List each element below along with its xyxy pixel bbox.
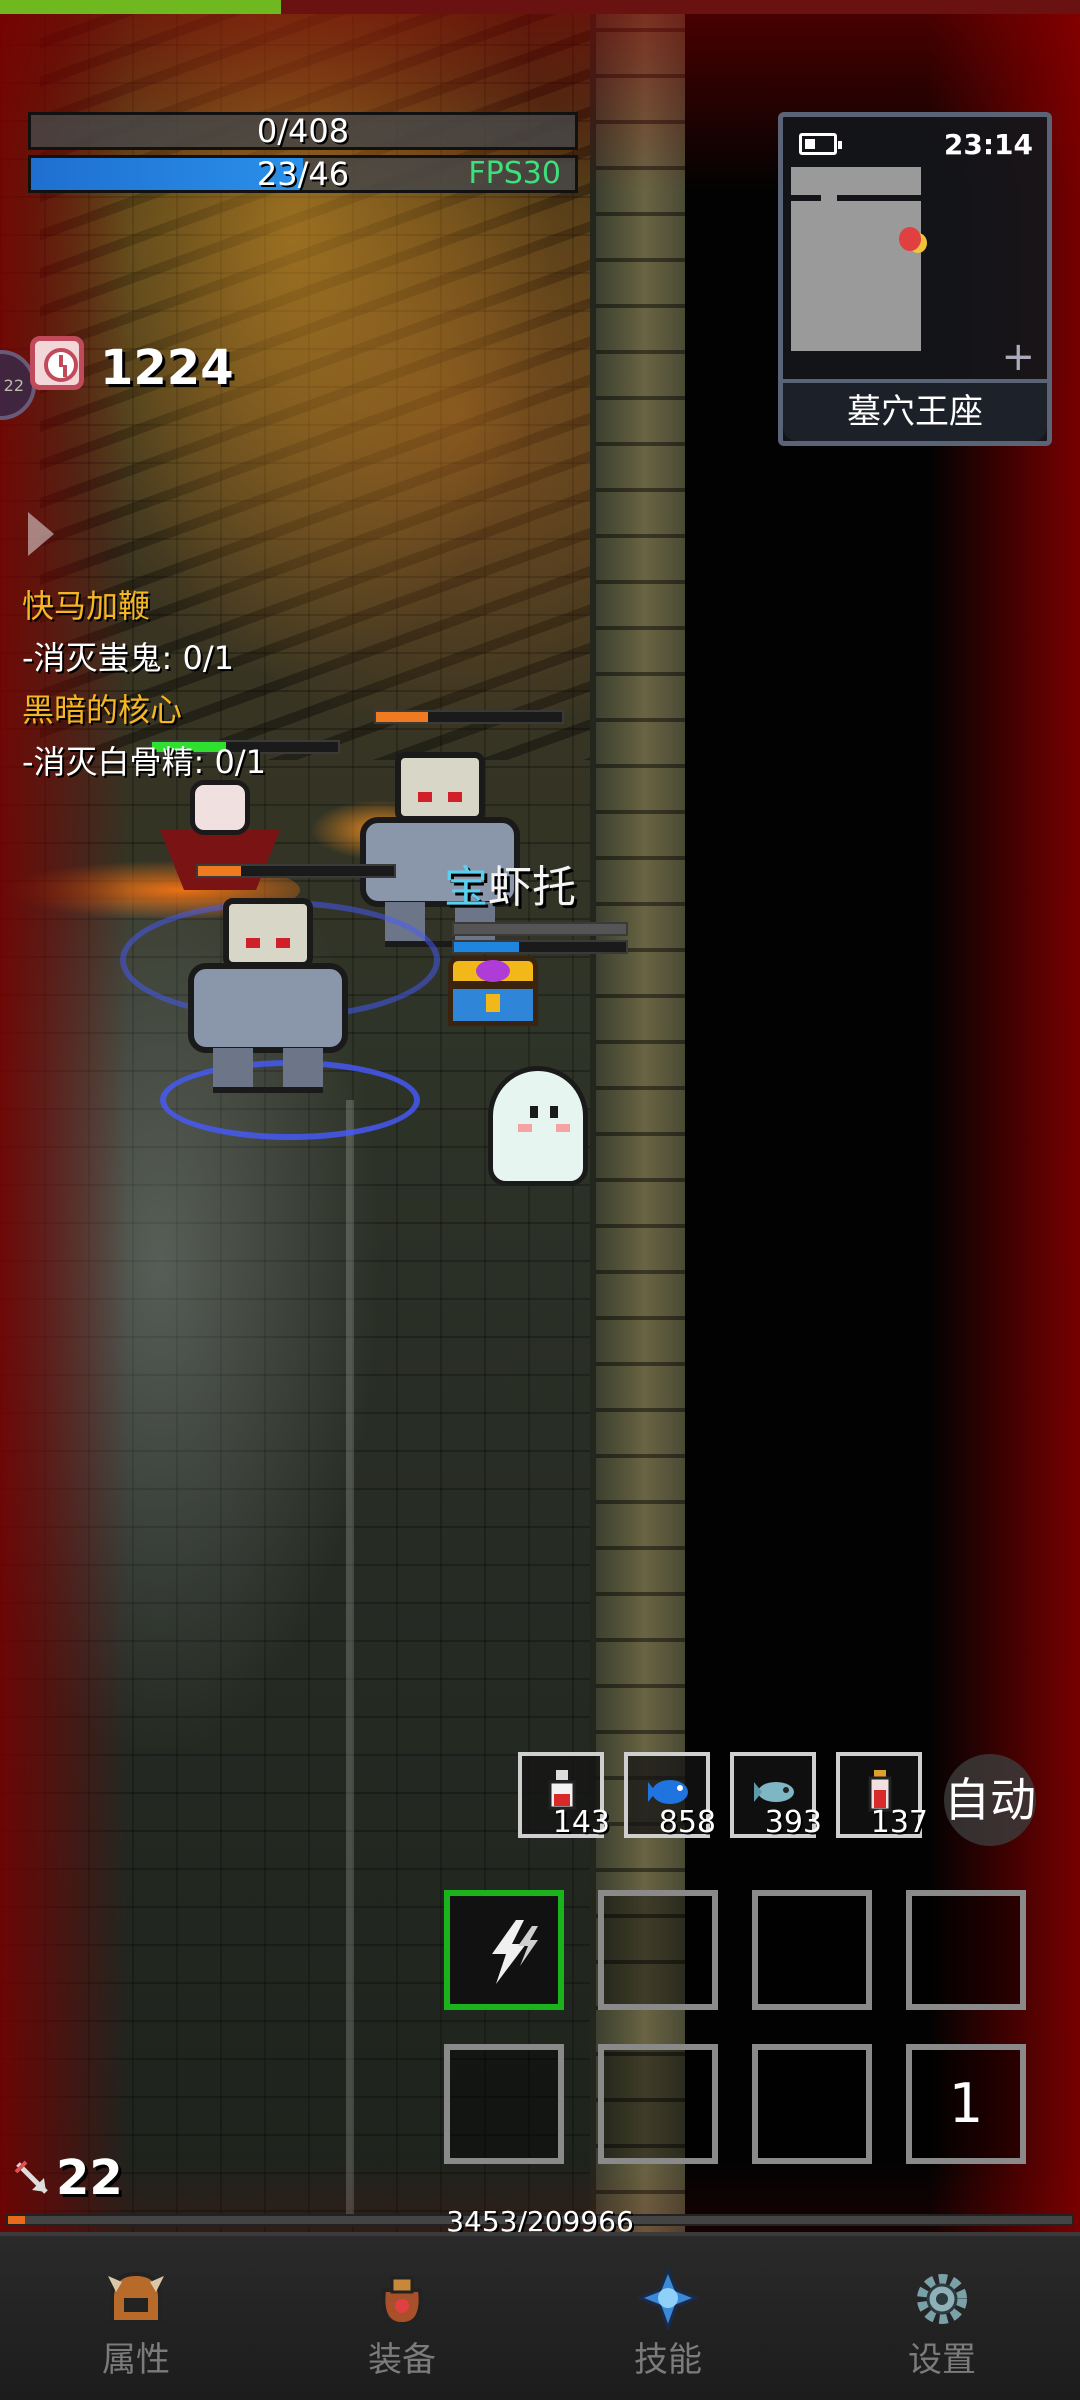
hp-text: 0/408	[256, 112, 350, 150]
stone-pillar	[346, 1100, 354, 2220]
quest-list[interactable]: 快马加鞭 -消灭蚩鬼: 0/1 黑暗的核心 -消灭白骨精: 0/1	[22, 580, 266, 788]
battery-icon	[799, 133, 842, 155]
skill-slot[interactable]	[598, 2044, 718, 2164]
expand-arrow-icon[interactable]	[28, 512, 54, 556]
skill-slot[interactable]	[752, 2044, 872, 2164]
quest-title[interactable]: 黑暗的核心	[22, 684, 266, 736]
auto-button[interactable]: 自动	[944, 1754, 1036, 1846]
stone-golem-enemy[interactable]	[168, 888, 368, 1098]
plus-icon[interactable]: +	[1001, 337, 1035, 377]
skill-count: 1	[948, 2072, 984, 2135]
quest-task: -消灭白骨精: 0/1	[22, 743, 267, 781]
consumable-slot[interactable]: 858	[624, 1752, 716, 1840]
skill-slot[interactable]	[598, 1890, 718, 2010]
lightning-bolt-icon	[492, 1920, 538, 1984]
fps-counter: FPS30	[468, 156, 561, 191]
enemy-hp-bar	[374, 710, 564, 724]
nav-label: 属性	[102, 2340, 170, 2380]
skill-slot[interactable]	[906, 1890, 1026, 2010]
consumable-count: 858	[658, 1805, 716, 1840]
consumable-count: 393	[764, 1805, 822, 1840]
nav-label: 设置	[908, 2340, 976, 2380]
pet-mp-bar	[452, 940, 628, 954]
skill-slot[interactable]	[752, 1890, 872, 2010]
nav-equipment[interactable]: 装备	[302, 2236, 502, 2400]
top-progress-bar	[0, 0, 1080, 14]
gear-icon	[917, 2274, 967, 2324]
pet-hp-bar	[452, 922, 628, 936]
quest-task: -消灭蚩鬼: 0/1	[22, 639, 235, 677]
minimap-room	[791, 167, 921, 195]
skill-gem-icon	[636, 2268, 700, 2330]
nav-attributes[interactable]: 属性	[36, 2236, 236, 2400]
helmet-icon	[108, 2271, 164, 2324]
arrow-count-value: 22	[56, 2150, 123, 2206]
area-name: 墓穴王座	[783, 379, 1047, 441]
nav-label: 装备	[368, 2340, 436, 2380]
timer-value: 1224	[100, 340, 234, 396]
nav-label: 技能	[634, 2340, 702, 2380]
top-progress-fill	[0, 0, 281, 14]
mp-bar: 23/46 FPS30	[28, 155, 578, 193]
skill-slot[interactable]: 1	[906, 2044, 1026, 2164]
quest-title[interactable]: 快马加鞭	[22, 580, 266, 632]
arrow-icon	[14, 2160, 48, 2194]
consumable-slot[interactable]: 393	[730, 1752, 822, 1840]
hp-bar: 0/408	[28, 112, 578, 150]
status-bars: 0/408 23/46 FPS30	[28, 112, 578, 198]
skill-slot[interactable]	[444, 2044, 564, 2164]
consumable-slot[interactable]: 137	[836, 1752, 928, 1840]
enemy-hp-bar	[196, 864, 396, 878]
skill-slot[interactable]	[444, 1890, 564, 2010]
nav-settings[interactable]: 设置	[842, 2236, 1042, 2400]
clock-time: 23:14	[943, 128, 1033, 161]
nav-skills[interactable]: 技能	[568, 2236, 768, 2400]
consumable-count: 143	[552, 1805, 610, 1840]
bag-icon	[381, 2276, 423, 2327]
consumable-count: 137	[870, 1805, 928, 1840]
minimap-player-marker	[899, 227, 921, 251]
clock-icon	[30, 336, 84, 390]
minimap-room	[791, 201, 921, 351]
minimap[interactable]: 23:14 + 墓穴王座	[778, 112, 1052, 446]
bottom-nav: 属性 装备 技能 设置	[0, 2232, 1080, 2400]
pet-name-prefix: 宝	[444, 862, 488, 913]
consumable-slot[interactable]: 143	[518, 1752, 610, 1840]
treasure-chest-pet[interactable]	[448, 956, 538, 1026]
ghost-player[interactable]	[478, 1066, 598, 1196]
pet-name-label: 宝虾托	[444, 858, 576, 918]
pet-name: 虾托	[488, 862, 576, 913]
